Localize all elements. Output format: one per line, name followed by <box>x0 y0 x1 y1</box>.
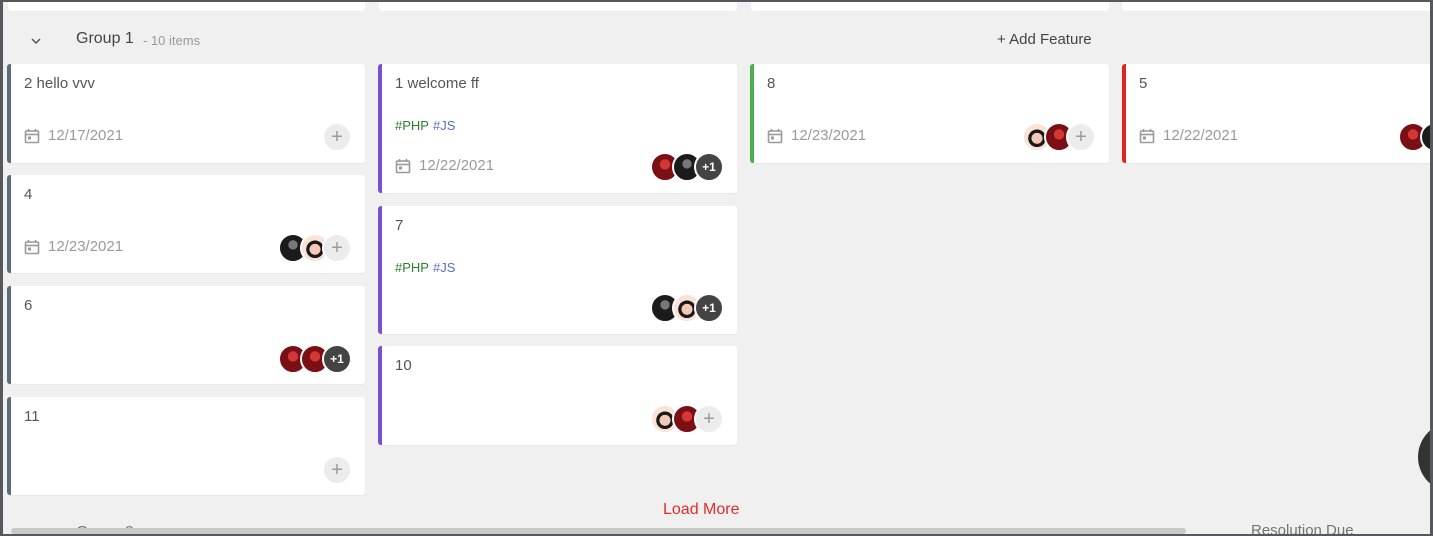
add-assignee-button[interactable]: + <box>694 404 724 434</box>
group-header: Group 1 - 10 items + Add Feature <box>3 24 1103 56</box>
feature-card[interactable]: 1 welcome ff #PHP #JS 12/22/2021 +1 <box>378 64 737 193</box>
group-title[interactable]: Group 1 <box>76 30 134 48</box>
feature-card[interactable]: 4 12/23/2021 + <box>7 175 365 273</box>
calendar-icon <box>1139 128 1155 143</box>
card-due-date: 12/17/2021 <box>24 127 123 144</box>
tag-php[interactable]: #PHP <box>395 260 429 275</box>
card-title: 5 <box>1139 75 1148 92</box>
board-viewport: Group 1 - 10 items + Add Feature 2 hello… <box>3 2 1430 534</box>
card-title: 4 <box>24 186 33 203</box>
assignee-avatars: +1 <box>278 344 352 374</box>
card-due-date: 12/22/2021 <box>395 157 494 174</box>
card-title: 6 <box>24 297 33 314</box>
column-header-label: Resolution Due <box>1251 522 1354 534</box>
add-assignee-button[interactable]: + <box>322 122 352 152</box>
more-assignees-badge[interactable]: +1 <box>694 152 724 182</box>
calendar-icon <box>24 128 40 143</box>
feature-card[interactable]: 6 +1 <box>7 286 365 384</box>
feature-card[interactable]: 7 #PHP #JS +1 <box>378 206 737 334</box>
add-assignee-button[interactable]: + <box>322 233 352 263</box>
card-peek <box>751 2 1109 11</box>
assignee-avatars: +1 <box>650 152 724 182</box>
assignee-avatars: + <box>322 122 352 152</box>
date-text: 12/17/2021 <box>48 127 124 144</box>
tag-php[interactable]: #PHP <box>395 118 429 133</box>
feature-card[interactable]: 10 + <box>378 346 737 445</box>
card-title: 7 <box>395 217 404 234</box>
assignee-avatars: + <box>322 455 352 485</box>
card-title: 1 welcome ff <box>395 75 479 92</box>
date-text: 12/23/2021 <box>48 238 124 255</box>
date-text: 12/23/2021 <box>791 127 867 144</box>
card-title: 2 hello vvv <box>24 75 95 92</box>
card-due-date: 12/22/2021 <box>1139 127 1238 144</box>
date-text: 12/22/2021 <box>1163 127 1239 144</box>
card-tags: #PHP #JS <box>395 260 455 275</box>
card-peek <box>1122 2 1430 11</box>
calendar-icon <box>24 239 40 254</box>
floating-action-button[interactable] <box>1418 422 1430 492</box>
chevron-down-icon[interactable] <box>27 32 45 50</box>
group-item-count: - 10 items <box>143 33 201 48</box>
calendar-icon <box>767 128 783 143</box>
add-feature-button[interactable]: + Add Feature <box>997 31 1092 48</box>
feature-card[interactable]: 8 12/23/2021 + <box>750 64 1109 163</box>
card-due-date: 12/23/2021 <box>24 238 123 255</box>
card-peek <box>379 2 737 11</box>
more-assignees-badge[interactable]: +1 <box>694 293 724 323</box>
horizontal-scrollbar[interactable] <box>11 528 1186 534</box>
assignee-avatars: +1 <box>650 293 724 323</box>
add-assignee-button[interactable]: + <box>322 455 352 485</box>
assignee-avatars: + <box>1022 122 1096 152</box>
feature-card[interactable]: 2 hello vvv 12/17/2021 + <box>7 64 365 163</box>
feature-card[interactable]: 5 12/22/2021 <box>1122 64 1430 163</box>
card-due-date: 12/23/2021 <box>767 127 866 144</box>
card-title: 8 <box>767 75 776 92</box>
card-title: 10 <box>395 357 412 374</box>
add-assignee-button[interactable]: + <box>1066 122 1096 152</box>
more-assignees-badge[interactable]: +1 <box>322 344 352 374</box>
assignee-avatars: + <box>650 404 724 434</box>
assignee-avatars: + <box>278 233 352 263</box>
card-tags: #PHP #JS <box>395 118 455 133</box>
card-title: 11 <box>24 408 40 425</box>
feature-card[interactable]: 11 + <box>7 397 365 495</box>
tag-js[interactable]: #JS <box>433 260 455 275</box>
assignee-avatars <box>1398 122 1430 152</box>
calendar-icon <box>395 158 411 173</box>
date-text: 12/22/2021 <box>419 157 495 174</box>
card-peek <box>8 2 365 11</box>
tag-js[interactable]: #JS <box>433 118 455 133</box>
